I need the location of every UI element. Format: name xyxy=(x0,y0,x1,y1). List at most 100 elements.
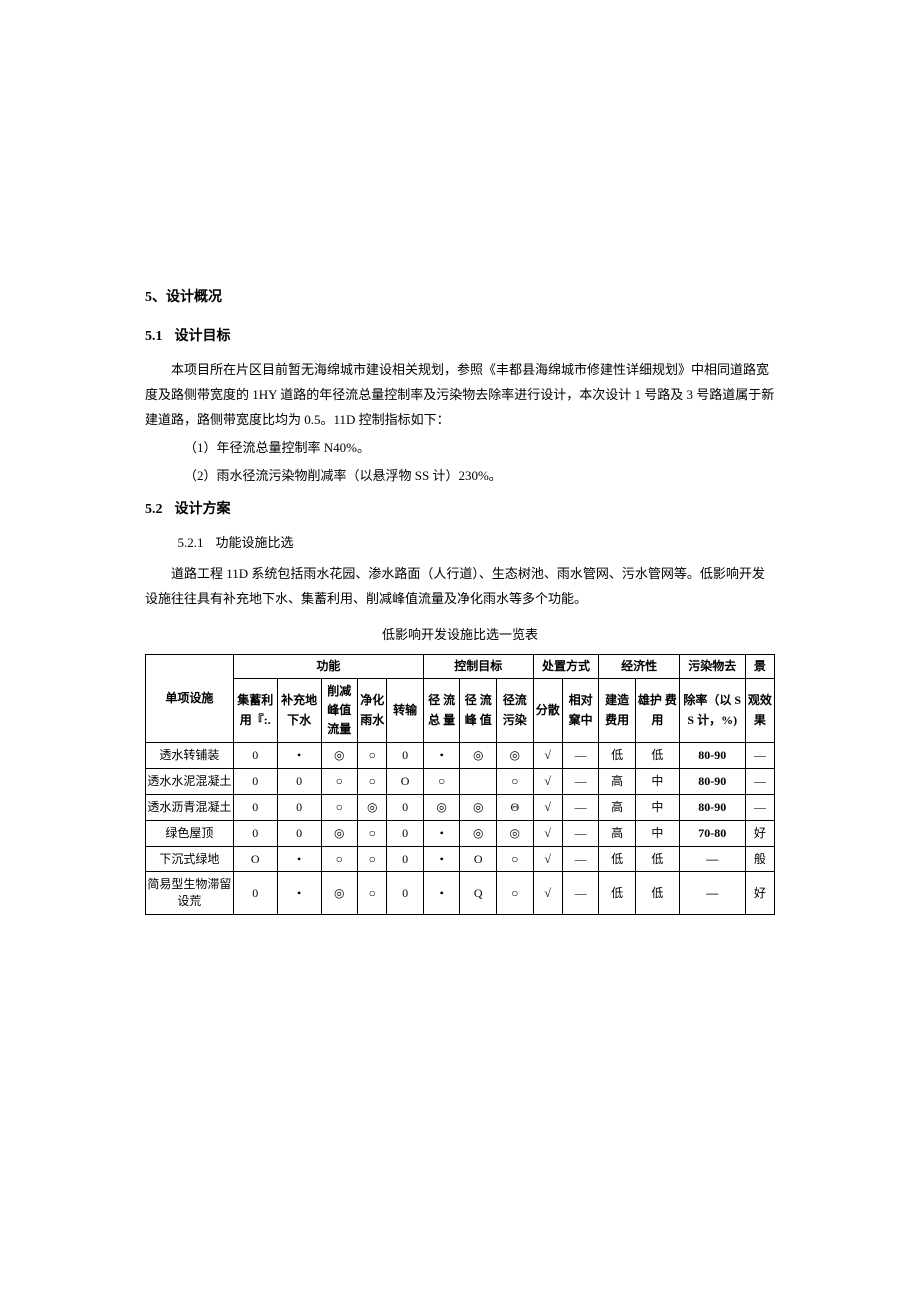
table-cell: ○ xyxy=(358,743,387,769)
th-function: 功能 xyxy=(233,654,423,678)
th-jixu: 集蓄利用『:. xyxy=(233,678,277,743)
th-fensan: 分散 xyxy=(533,678,562,743)
th-xuejian: 削减峰值流量 xyxy=(321,678,358,743)
table-cell: 好 xyxy=(745,820,774,846)
table-cell: ◎ xyxy=(460,743,497,769)
table-cell: • xyxy=(423,743,460,769)
table-cell: √ xyxy=(533,769,562,795)
th-jianzao: 建造费用 xyxy=(599,678,636,743)
table-cell: 般 xyxy=(745,846,774,872)
heading-title: 功能设施比选 xyxy=(216,535,294,550)
table-header-row-1: 单项设施 功能 控制目标 处置方式 经济性 污染物去 景 xyxy=(146,654,775,678)
para-5-1-a: 本项目所在片区目前暂无海绵城市建设相关规划，参照《丰都县海绵城市修建性详细规划》… xyxy=(145,358,775,432)
table-cell: ◎ xyxy=(321,872,358,915)
table-cell: 80-90 xyxy=(679,794,745,820)
table-cell: Q xyxy=(460,872,497,915)
table-cell: ○ xyxy=(497,846,534,872)
table-cell: 0 xyxy=(277,820,321,846)
table-cell: O xyxy=(387,769,424,795)
para-5-2-1-a: 道路工程 11D 系统包括雨水花园、渗水路面（人行道）、生态树池、雨水管网、污水… xyxy=(145,562,775,611)
facility-name: 透水水泥混凝土 xyxy=(146,769,234,795)
table-cell: 低 xyxy=(635,872,679,915)
table-cell: 0 xyxy=(233,794,277,820)
table-cell: 0 xyxy=(277,769,321,795)
th-zhuanshu: 转输 xyxy=(387,678,424,743)
table-cell: — xyxy=(562,872,599,915)
table-cell: 0 xyxy=(233,872,277,915)
th-buchong: 补充地下水 xyxy=(277,678,321,743)
table-header-row-2: 集蓄利用『:. 补充地下水 削减峰值流量 净化雨水 转输 径 流 总 量 径 流… xyxy=(146,678,775,743)
table-title: 低影响开发设施比选一览表 xyxy=(145,623,775,648)
table-cell: ○ xyxy=(321,769,358,795)
th-jinghua: 净化雨水 xyxy=(358,678,387,743)
table-cell: ○ xyxy=(358,846,387,872)
th-landscape: 景 xyxy=(745,654,774,678)
table-cell: — xyxy=(562,820,599,846)
table-row: 透水水泥混凝土00○○O○○√—高中80-90— xyxy=(146,769,775,795)
table-cell: — xyxy=(679,872,745,915)
table-cell xyxy=(460,769,497,795)
table-cell: 低 xyxy=(635,846,679,872)
table-cell: ○ xyxy=(497,872,534,915)
table-cell: 好 xyxy=(745,872,774,915)
heading-title: 设计方案 xyxy=(175,502,231,517)
facility-name: 简易型生物滞留设荒 xyxy=(146,872,234,915)
table-cell: — xyxy=(679,846,745,872)
th-jingguan: 观效果 xyxy=(745,678,774,743)
para-5-1-b: （1）年径流总量控制率 N40%。 xyxy=(145,436,775,461)
table-cell: √ xyxy=(533,743,562,769)
table-cell: O xyxy=(460,846,497,872)
table-cell: 80-90 xyxy=(679,769,745,795)
table-cell: 高 xyxy=(599,820,636,846)
comparison-table: 单项设施 功能 控制目标 处置方式 经济性 污染物去 景 集蓄利用『:. 补充地… xyxy=(145,654,775,915)
table-row: 绿色屋顶00◎○0•◎◎√—高中70-80好 xyxy=(146,820,775,846)
table-cell: — xyxy=(745,769,774,795)
table-cell: 80-90 xyxy=(679,743,745,769)
facility-name: 下沉式绿地 xyxy=(146,846,234,872)
facility-name: 透水转铺装 xyxy=(146,743,234,769)
heading-5: 5、设计概况 xyxy=(145,285,775,312)
table-cell: 0 xyxy=(387,846,424,872)
table-cell: ○ xyxy=(321,846,358,872)
table-cell: 中 xyxy=(635,820,679,846)
table-cell: ◎ xyxy=(321,820,358,846)
table-cell: • xyxy=(423,872,460,915)
table-cell: — xyxy=(562,743,599,769)
heading-num: 5.2.1 xyxy=(178,535,204,550)
table-cell: √ xyxy=(533,820,562,846)
table-cell: 70-80 xyxy=(679,820,745,846)
table-cell: 低 xyxy=(599,872,636,915)
table-cell: ○ xyxy=(321,794,358,820)
table-cell: ◎ xyxy=(358,794,387,820)
table-cell: ◎ xyxy=(460,820,497,846)
table-cell: 0 xyxy=(387,872,424,915)
table-cell: 高 xyxy=(599,794,636,820)
th-jlwr: 径流污染 xyxy=(497,678,534,743)
table-cell: ○ xyxy=(423,769,460,795)
table-cell: — xyxy=(562,846,599,872)
heading-5-2: 5.2设计方案 xyxy=(145,497,775,524)
table-cell: — xyxy=(745,743,774,769)
th-facility: 单项设施 xyxy=(146,654,234,742)
heading-5-1: 5.1设计目标 xyxy=(145,324,775,351)
heading-5-2-1: 5.2.1 功能设施比选 xyxy=(145,531,775,556)
table-cell: ◎ xyxy=(497,820,534,846)
table-cell: 0 xyxy=(233,820,277,846)
th-xiangdui: 相对窠中 xyxy=(562,678,599,743)
table-cell: ○ xyxy=(497,769,534,795)
table-cell: Θ xyxy=(497,794,534,820)
table-cell: ◎ xyxy=(321,743,358,769)
table-cell: 0 xyxy=(277,794,321,820)
table-cell: 低 xyxy=(599,846,636,872)
th-dispose: 处置方式 xyxy=(533,654,599,678)
table-cell: 中 xyxy=(635,794,679,820)
table-cell: ◎ xyxy=(423,794,460,820)
table-cell: √ xyxy=(533,872,562,915)
table-cell: 低 xyxy=(635,743,679,769)
th-jlfz: 径 流 峰 值 xyxy=(460,678,497,743)
table-row: 下沉式绿地O•○○0•O○√—低低—般 xyxy=(146,846,775,872)
table-cell: — xyxy=(562,794,599,820)
table-cell: • xyxy=(423,820,460,846)
table-cell: ○ xyxy=(358,872,387,915)
table-cell: 0 xyxy=(233,743,277,769)
